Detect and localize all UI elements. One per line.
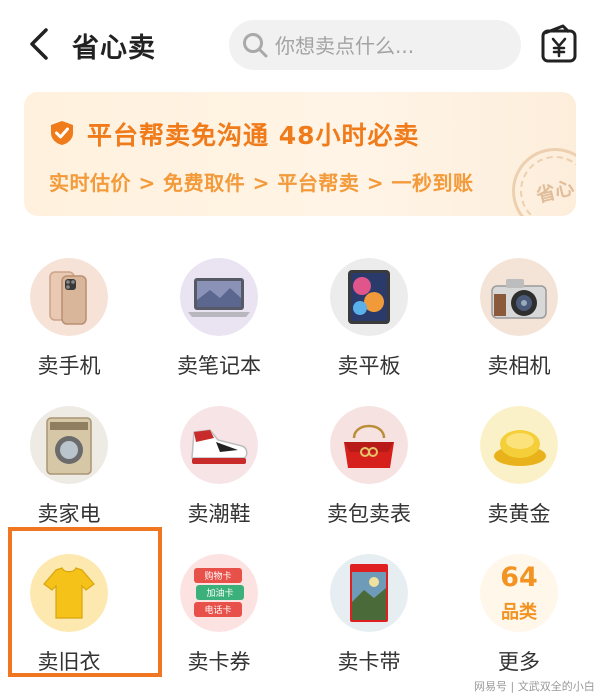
- category-label: 卖包卖表: [327, 502, 411, 526]
- category-gold[interactable]: 卖黄金: [450, 398, 600, 538]
- category-label: 卖潮鞋: [187, 502, 251, 526]
- sneaker-icon: [180, 406, 258, 484]
- gift-card-label: 电话卡: [204, 604, 231, 616]
- handbag-icon: [330, 406, 408, 484]
- wallet-icon: [541, 24, 577, 63]
- game-cartridge-icon: [330, 554, 408, 632]
- tablet-icon: [330, 258, 408, 336]
- category-sneaker[interactable]: 卖潮鞋: [150, 398, 300, 538]
- promo-banner[interactable]: 平台帮卖免沟通 48小时必卖 实时估价 > 免费取件 > 平台帮卖 > 一秒到账…: [24, 92, 576, 216]
- category-label: 卖相机: [487, 354, 551, 378]
- category-label: 卖卡带: [337, 650, 401, 674]
- stamp-logo: 省心: [502, 138, 576, 216]
- category-voucher[interactable]: 购物卡 加油卡 电话卡 卖卡券: [150, 546, 300, 686]
- banner-steps: 实时估价 > 免费取件 > 平台帮卖 > 一秒到账: [49, 171, 474, 195]
- gift-card-icon: 购物卡 加油卡 电话卡: [180, 554, 258, 632]
- stamp-text: 省心: [534, 176, 576, 208]
- page-title: 省心卖: [72, 33, 156, 64]
- category-game-cartridge[interactable]: 卖卡带: [300, 546, 450, 686]
- camera-icon: [480, 258, 558, 336]
- gift-card-label: 购物卡: [204, 570, 231, 582]
- search-bar[interactable]: [229, 20, 521, 70]
- washing-machine-icon: [30, 406, 108, 484]
- category-laptop[interactable]: 卖笔记本: [150, 250, 300, 390]
- laptop-icon: [180, 258, 258, 336]
- gift-card-label: 加油卡: [206, 587, 233, 599]
- category-phone[interactable]: 卖手机: [0, 250, 150, 390]
- more-unit: 品类: [501, 602, 537, 623]
- category-label: 卖黄金: [487, 502, 551, 526]
- header: 省心卖: [0, 0, 600, 90]
- category-label: 更多: [498, 650, 540, 674]
- watermark: 网易号 | 文武双全的小白: [474, 680, 595, 693]
- category-camera[interactable]: 卖相机: [450, 250, 600, 390]
- category-label: 卖卡券: [187, 650, 251, 674]
- category-label: 卖笔记本: [177, 354, 261, 378]
- back-button[interactable]: [22, 24, 62, 64]
- category-label: 卖平板: [337, 354, 401, 378]
- category-label: 卖家电: [37, 502, 101, 526]
- category-appliance[interactable]: 卖家电: [0, 398, 150, 538]
- more-count: 64: [500, 562, 538, 593]
- category-bag-watch[interactable]: 卖包卖表: [300, 398, 450, 538]
- banner-headline: 平台帮卖免沟通 48小时必卖: [87, 121, 420, 150]
- more-icon: 64 品类: [480, 554, 558, 632]
- highlight-box: [8, 527, 162, 677]
- search-icon: [243, 33, 268, 58]
- category-tablet[interactable]: 卖平板: [300, 250, 450, 390]
- search-input[interactable]: [273, 29, 513, 63]
- chevron-left-icon: [30, 28, 48, 60]
- check-badge-icon: [51, 121, 73, 145]
- wallet-button[interactable]: [539, 23, 579, 67]
- phone-icon: [30, 258, 108, 336]
- gold-icon: [480, 406, 558, 484]
- category-more[interactable]: 64 品类 更多: [450, 546, 600, 686]
- category-label: 卖手机: [37, 354, 101, 378]
